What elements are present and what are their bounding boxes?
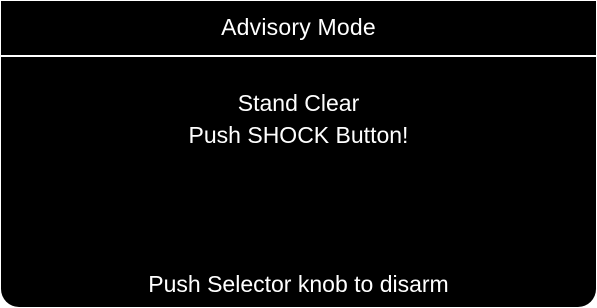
disarm-instruction: Push Selector knob to disarm xyxy=(148,271,449,297)
mode-header: Advisory Mode xyxy=(1,1,596,57)
alert-message: Stand Clear Push SHOCK Button! xyxy=(1,87,596,151)
alert-line-push-shock: Push SHOCK Button! xyxy=(188,122,409,148)
alert-line-stand-clear: Stand Clear xyxy=(237,90,360,116)
mode-title: Advisory Mode xyxy=(221,13,376,40)
device-display: Advisory Mode Stand Clear Push SHOCK But… xyxy=(1,1,596,307)
